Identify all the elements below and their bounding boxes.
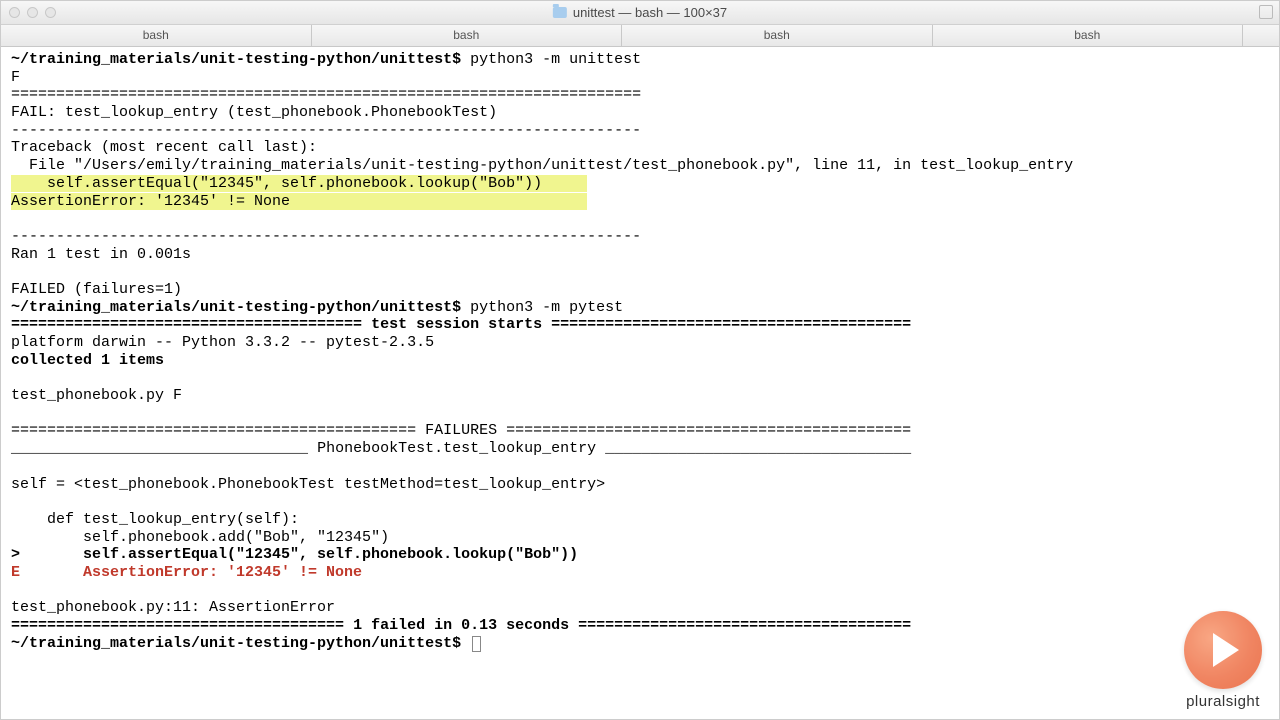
- zoom-icon[interactable]: [45, 7, 56, 18]
- prompt-dollar: $: [452, 51, 461, 68]
- command-unittest: python3 -m unittest: [461, 51, 641, 68]
- def-line: def test_lookup_entry(self):: [11, 511, 299, 528]
- separator: ----------------------------------------…: [11, 228, 641, 245]
- play-triangle-icon: [1213, 633, 1239, 667]
- self-repr: self = <test_phonebook.PhonebookTest tes…: [11, 476, 605, 493]
- cursor-icon: [472, 636, 481, 652]
- failing-line: > self.assertEqual("12345", self.phonebo…: [11, 546, 578, 563]
- test-file-result: test_phonebook.py F: [11, 387, 182, 404]
- terminal-window: unittest — bash — 100×37 bash bash bash …: [0, 0, 1280, 720]
- test-name-header: _________________________________ Phoneb…: [11, 440, 911, 457]
- platform-line: platform darwin -- Python 3.3.2 -- pytes…: [11, 334, 434, 351]
- error-location: test_phonebook.py:11: AssertionError: [11, 599, 335, 616]
- ran-summary: Ran 1 test in 0.001s: [11, 246, 191, 263]
- play-icon[interactable]: [1184, 611, 1262, 689]
- window-controls: [9, 7, 56, 18]
- tab-bash-2[interactable]: bash: [312, 25, 623, 46]
- assertion-error-highlight: AssertionError: '12345' != None: [11, 193, 587, 210]
- brand-label: pluralsight: [1186, 693, 1260, 710]
- collected-line: collected 1 items: [11, 352, 164, 369]
- window-title: unittest — bash — 100×37: [553, 5, 727, 20]
- summary-line: ===================================== 1 …: [11, 617, 911, 634]
- prompt-path: ~/training_materials/unit-testing-python…: [11, 299, 452, 316]
- add-line: self.phonebook.add("Bob", "12345"): [11, 529, 389, 546]
- fail-header: FAIL: test_lookup_entry (test_phonebook.…: [11, 104, 497, 121]
- tab-bash-3[interactable]: bash: [622, 25, 933, 46]
- folder-icon: [553, 7, 567, 18]
- traceback-file: File "/Users/emily/training_materials/un…: [11, 157, 1073, 174]
- tab-bash-1[interactable]: bash: [1, 25, 312, 46]
- command-pytest: python3 -m pytest: [461, 299, 623, 316]
- failed-summary: FAILED (failures=1): [11, 281, 182, 298]
- failures-header: ========================================…: [11, 422, 911, 439]
- separator: ========================================…: [11, 86, 641, 103]
- prompt-dollar: $: [452, 299, 461, 316]
- tab-overflow[interactable]: [1243, 25, 1279, 46]
- prompt-dollar: $: [452, 635, 461, 652]
- session-header: ======================================= …: [11, 316, 911, 333]
- assert-line-highlight: self.assertEqual("12345", self.phonebook…: [11, 175, 587, 192]
- traceback-header: Traceback (most recent call last):: [11, 139, 317, 156]
- tab-bash-4[interactable]: bash: [933, 25, 1244, 46]
- prompt-path: ~/training_materials/unit-testing-python…: [11, 51, 452, 68]
- watermark: pluralsight: [1184, 611, 1262, 710]
- titlebar: unittest — bash — 100×37: [1, 1, 1279, 25]
- error-line: E AssertionError: '12345' != None: [11, 564, 362, 581]
- minimize-icon[interactable]: [27, 7, 38, 18]
- result-f: F: [11, 69, 20, 86]
- title-text: unittest — bash — 100×37: [573, 5, 727, 20]
- separator: ----------------------------------------…: [11, 122, 641, 139]
- prompt-path: ~/training_materials/unit-testing-python…: [11, 635, 452, 652]
- terminal-output[interactable]: ~/training_materials/unit-testing-python…: [1, 47, 1279, 719]
- tab-bar: bash bash bash bash: [1, 25, 1279, 47]
- maximize-icon[interactable]: [1259, 5, 1273, 19]
- close-icon[interactable]: [9, 7, 20, 18]
